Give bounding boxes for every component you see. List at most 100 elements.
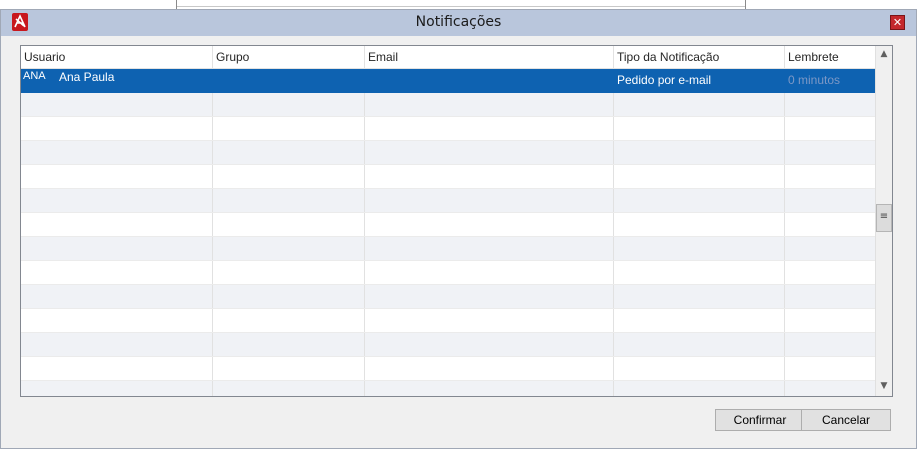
table-cell[interactable]: [213, 93, 365, 116]
table-cell[interactable]: [614, 93, 785, 116]
table-cell[interactable]: [213, 117, 365, 140]
table-cell[interactable]: [785, 381, 875, 396]
table-cell[interactable]: [785, 141, 875, 164]
table-cell[interactable]: [213, 237, 365, 260]
table-cell[interactable]: [785, 357, 875, 380]
column-header-email[interactable]: Email: [365, 46, 614, 68]
table-cell[interactable]: [21, 261, 213, 284]
table-cell[interactable]: [21, 165, 213, 188]
window-title: Notificações: [415, 14, 502, 30]
table-cell[interactable]: [785, 165, 875, 188]
column-header-lembrete[interactable]: Lembrete: [785, 46, 875, 68]
table-cell[interactable]: [21, 93, 213, 116]
table-cell[interactable]: [213, 309, 365, 332]
scroll-up-icon[interactable]: ▲: [876, 46, 892, 62]
table-cell[interactable]: [365, 261, 614, 284]
table-row[interactable]: [21, 285, 875, 309]
table-row[interactable]: [21, 357, 875, 381]
table-row[interactable]: [21, 117, 875, 141]
table-cell[interactable]: [21, 117, 213, 140]
table-row[interactable]: [21, 309, 875, 333]
table-cell[interactable]: [614, 381, 785, 396]
table-cell[interactable]: [213, 357, 365, 380]
table-cell[interactable]: [785, 261, 875, 284]
table-row[interactable]: [21, 261, 875, 285]
table-cell[interactable]: [213, 165, 365, 188]
table-cell[interactable]: [21, 237, 213, 260]
table-cell[interactable]: [213, 381, 365, 396]
cell-usuario[interactable]: ANA Ana Paula: [21, 69, 213, 92]
table-cell[interactable]: [21, 381, 213, 396]
table-cell[interactable]: [785, 93, 875, 116]
cell-email[interactable]: [365, 69, 614, 92]
table-cell[interactable]: [785, 237, 875, 260]
table-cell[interactable]: [365, 357, 614, 380]
close-button[interactable]: ✕: [890, 15, 905, 30]
table-cell[interactable]: [785, 309, 875, 332]
table-row[interactable]: [21, 213, 875, 237]
table-row[interactable]: [21, 141, 875, 165]
table-cell[interactable]: [21, 141, 213, 164]
table-cell[interactable]: [614, 237, 785, 260]
table-cell[interactable]: [614, 261, 785, 284]
table-row[interactable]: [21, 237, 875, 261]
table-cell[interactable]: [365, 237, 614, 260]
table-cell[interactable]: [614, 165, 785, 188]
cell-lembrete[interactable]: 0 minutos: [785, 69, 875, 92]
table-cell[interactable]: [785, 117, 875, 140]
cell-grupo[interactable]: [213, 69, 365, 92]
table-cell[interactable]: [365, 117, 614, 140]
table-cell[interactable]: [213, 141, 365, 164]
column-header-usuario[interactable]: Usuario: [21, 46, 213, 68]
table-cell[interactable]: [365, 93, 614, 116]
title-bar[interactable]: Notificações ✕: [1, 10, 916, 36]
table-cell[interactable]: [614, 117, 785, 140]
table-cell[interactable]: [213, 189, 365, 212]
table-row[interactable]: [21, 333, 875, 357]
scroll-down-icon[interactable]: ▼: [876, 378, 892, 394]
cancel-button[interactable]: Cancelar: [801, 409, 891, 431]
table-cell[interactable]: [21, 357, 213, 380]
table-cell[interactable]: [21, 213, 213, 236]
table-cell[interactable]: [614, 213, 785, 236]
table-row[interactable]: [21, 93, 875, 117]
table-cell[interactable]: [365, 213, 614, 236]
table-row[interactable]: [21, 381, 875, 396]
column-header-grupo[interactable]: Grupo: [213, 46, 365, 68]
table-cell[interactable]: [785, 333, 875, 356]
vertical-scrollbar[interactable]: ▲ ≡ ▼: [875, 46, 892, 396]
confirm-button[interactable]: Confirmar: [715, 409, 805, 431]
table-cell[interactable]: [614, 357, 785, 380]
table-cell[interactable]: [365, 285, 614, 308]
table-cell[interactable]: [21, 333, 213, 356]
table-cell[interactable]: [365, 141, 614, 164]
background-window-strip: [0, 0, 917, 11]
scroll-thumb[interactable]: ≡: [876, 204, 892, 232]
table-cell[interactable]: [21, 309, 213, 332]
table-cell[interactable]: [785, 285, 875, 308]
table-row[interactable]: [21, 189, 875, 213]
table-cell[interactable]: [21, 285, 213, 308]
table-cell[interactable]: [213, 285, 365, 308]
column-header-tipo[interactable]: Tipo da Notificação: [614, 46, 785, 68]
table-cell[interactable]: [614, 333, 785, 356]
table-cell[interactable]: [213, 333, 365, 356]
table-cell[interactable]: [614, 285, 785, 308]
table-cell[interactable]: [21, 189, 213, 212]
cell-tipo[interactable]: Pedido por e-mail: [614, 69, 785, 92]
table-cell[interactable]: [213, 213, 365, 236]
table-cell[interactable]: [213, 261, 365, 284]
table-row[interactable]: [21, 165, 875, 189]
table-cell[interactable]: [614, 141, 785, 164]
table-cell[interactable]: [785, 213, 875, 236]
table-cell[interactable]: [365, 165, 614, 188]
table-cell[interactable]: [365, 309, 614, 332]
table-row[interactable]: ANA Ana Paula Pedido por e-mail 0 minuto…: [21, 69, 875, 93]
table-cell[interactable]: [614, 189, 785, 212]
table-cell[interactable]: [365, 381, 614, 396]
table-cell[interactable]: [614, 309, 785, 332]
table-cell[interactable]: [365, 189, 614, 212]
table-cell[interactable]: [785, 189, 875, 212]
table-cell[interactable]: [365, 333, 614, 356]
notifications-table[interactable]: Usuario Grupo Email Tipo da Notificação …: [20, 45, 893, 397]
